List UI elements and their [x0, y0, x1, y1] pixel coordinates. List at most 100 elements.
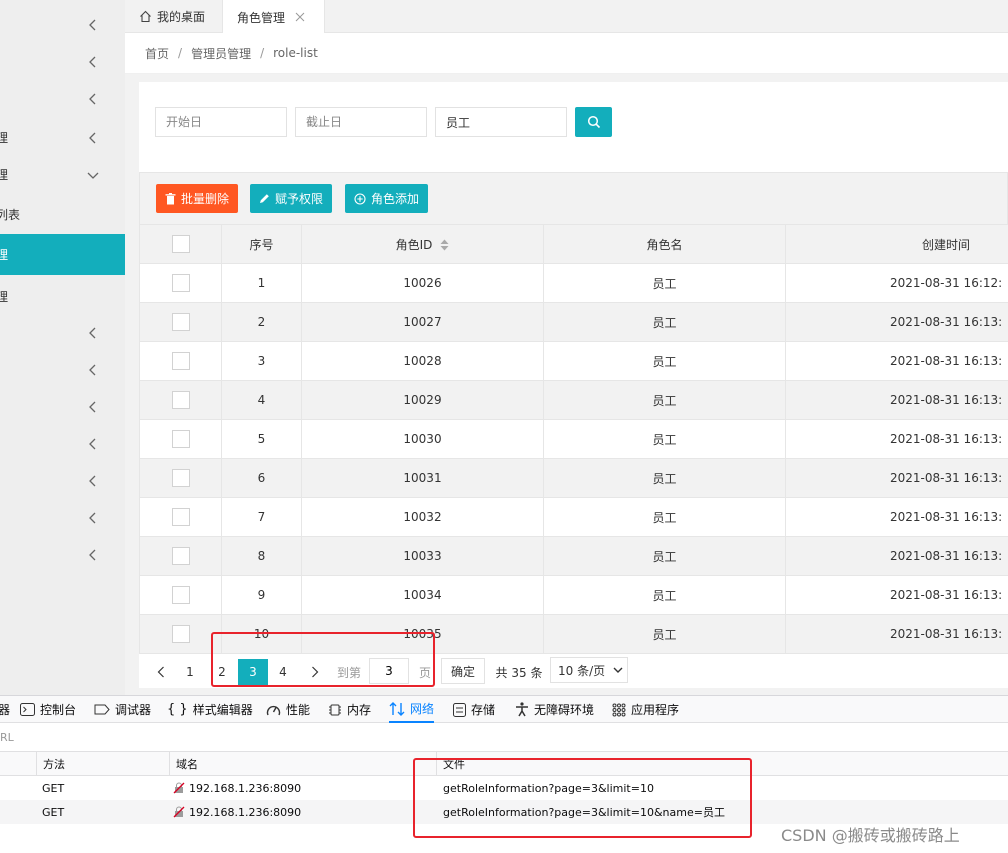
devtools-tab-console[interactable]: 控制台 [20, 696, 76, 723]
style-editor-icon: { } [167, 702, 188, 717]
start-date-input[interactable] [155, 107, 287, 137]
row-checkbox[interactable] [171, 625, 190, 643]
column-method[interactable]: 方法 [36, 752, 169, 775]
row-checkbox[interactable] [171, 508, 190, 526]
table-row[interactable]: 5 10030 员工 2021-08-31 16:13: [139, 419, 1008, 459]
row-select-cell [139, 419, 222, 459]
table-row[interactable]: 3 10028 员工 2021-08-31 16:13: [139, 341, 1008, 381]
chevron-left-icon [89, 549, 96, 560]
sidebar-item-11[interactable] [0, 388, 125, 425]
sidebar-item-1[interactable] [0, 6, 125, 43]
request-method: GET [42, 805, 65, 819]
devtools-tab-application[interactable]: 应用程序 [612, 696, 679, 723]
pager-prev[interactable] [153, 659, 169, 685]
devtools-tab-inspector[interactable]: 器 [0, 696, 10, 723]
row-checkbox[interactable] [171, 430, 190, 448]
cell-created-time: 2021-08-31 16:13: [785, 497, 1008, 537]
end-date-input[interactable] [295, 107, 427, 137]
column-domain[interactable]: 域名 [169, 752, 436, 775]
tab-role-management[interactable]: 角色管理 [222, 0, 325, 34]
sidebar-item-10[interactable] [0, 351, 125, 388]
sort-icon[interactable] [440, 239, 449, 251]
cell-role-id: 10034 [301, 575, 544, 615]
header-label: 角色ID [395, 237, 433, 252]
devtools-tab-label: 无障碍环境 [534, 703, 595, 717]
memory-icon [329, 704, 341, 715]
devtools-tab-style-editor[interactable]: { } 样式编辑器 [167, 696, 253, 723]
sidebar-item-12[interactable] [0, 425, 125, 462]
cell-created-time: 2021-08-31 16:13: [785, 341, 1008, 381]
row-checkbox[interactable] [171, 391, 190, 409]
sidebar-subitem-perm[interactable]: 理 [0, 278, 125, 315]
insecure-lock-icon [173, 782, 185, 794]
sidebar-item-14[interactable] [0, 499, 125, 536]
sidebar: 理 理 列表 理 理 [0, 0, 125, 695]
row-checkbox[interactable] [171, 274, 190, 292]
devtools-tab-accessibility[interactable]: 无障碍环境 [515, 696, 594, 723]
search-button[interactable] [575, 107, 612, 137]
cell-no: 6 [221, 458, 302, 498]
table-row[interactable]: 2 10027 员工 2021-08-31 16:13: [139, 302, 1008, 342]
devtools-tab-network[interactable]: 网络 [389, 696, 435, 723]
table-row[interactable]: 6 10031 员工 2021-08-31 16:13: [139, 458, 1008, 498]
network-icon [389, 701, 405, 716]
chevron-left-icon [89, 56, 96, 67]
grant-permission-button[interactable]: 赋予权限 [250, 184, 333, 213]
sidebar-item-3[interactable] [0, 80, 125, 117]
role-name-input[interactable] [435, 107, 567, 137]
table-row[interactable]: 4 10029 员工 2021-08-31 16:13: [139, 380, 1008, 420]
row-checkbox[interactable] [171, 352, 190, 370]
add-role-button[interactable]: 角色添加 [345, 184, 429, 213]
batch-delete-button[interactable]: 批量删除 [156, 184, 239, 213]
devtools-tab-storage[interactable]: 存储 [453, 696, 495, 723]
cell-role-id: 10028 [301, 341, 544, 381]
sidebar-item-2[interactable] [0, 43, 125, 80]
sidebar-item-13[interactable] [0, 462, 125, 499]
table-row[interactable]: 9 10034 员工 2021-08-31 16:13: [139, 575, 1008, 615]
cell-role-name: 员工 [543, 497, 786, 537]
devtools-tab-memory[interactable]: 内存 [328, 696, 371, 723]
breadcrumb-home[interactable]: 首页 [145, 45, 169, 62]
url-filter-input[interactable]: RL [0, 723, 1008, 752]
row-checkbox[interactable] [171, 313, 190, 331]
breadcrumb-admin[interactable]: 管理员管理 [191, 45, 251, 62]
header-role-name: 角色名 [543, 224, 786, 264]
sidebar-item-4[interactable]: 理 [0, 119, 125, 156]
request-domain: 192.168.1.236:8090 [189, 805, 302, 819]
chevron-left-icon [89, 475, 96, 486]
pager-confirm-button[interactable]: 确定 [441, 658, 485, 684]
row-checkbox[interactable] [171, 469, 190, 487]
table-row[interactable]: 8 10033 员工 2021-08-31 16:13: [139, 536, 1008, 576]
chevron-left-icon [89, 93, 96, 104]
devtools-tab-debugger[interactable]: 调试器 [94, 696, 151, 723]
sidebar-item-label: 列表 [0, 208, 21, 222]
row-checkbox[interactable] [171, 547, 190, 565]
header-role-id[interactable]: 角色ID [301, 224, 544, 264]
devtools-tab-label: 内存 [347, 703, 372, 717]
sidebar-item-15[interactable] [0, 536, 125, 573]
page-size-select[interactable]: 10 条/页 [550, 657, 628, 683]
row-select-cell [139, 380, 222, 420]
table-row[interactable]: 1 10026 员工 2021-08-31 16:12: [139, 263, 1008, 303]
sidebar-item-admin[interactable]: 理 [0, 156, 125, 193]
tab-desktop[interactable]: 我的桌面 [139, 0, 205, 33]
sidebar-item-9[interactable] [0, 314, 125, 351]
pager-page-1[interactable]: 1 [185, 659, 195, 685]
trash-icon [165, 192, 176, 204]
sidebar-subitem-list[interactable]: 列表 [0, 196, 125, 233]
pager-total: 共 35 条 [495, 665, 543, 680]
sidebar-subitem-role[interactable]: 理 [0, 234, 125, 275]
row-checkbox[interactable] [171, 586, 190, 604]
cell-role-id: 10030 [301, 419, 544, 459]
chevron-left-icon [89, 512, 96, 523]
table-row[interactable]: 7 10032 员工 2021-08-31 16:13: [139, 497, 1008, 537]
close-icon[interactable] [295, 12, 305, 22]
select-all-checkbox[interactable] [171, 235, 190, 253]
cell-created-time: 2021-08-31 16:13: [785, 380, 1008, 420]
devtools-tab-label: 控制台 [40, 703, 77, 717]
cell-created-time: 2021-08-31 16:13: [785, 575, 1008, 615]
annotation-box-requests [413, 758, 752, 838]
chevron-left-icon [157, 666, 164, 678]
cell-no: 3 [221, 341, 302, 381]
devtools-tab-performance[interactable]: 性能 [266, 696, 310, 723]
